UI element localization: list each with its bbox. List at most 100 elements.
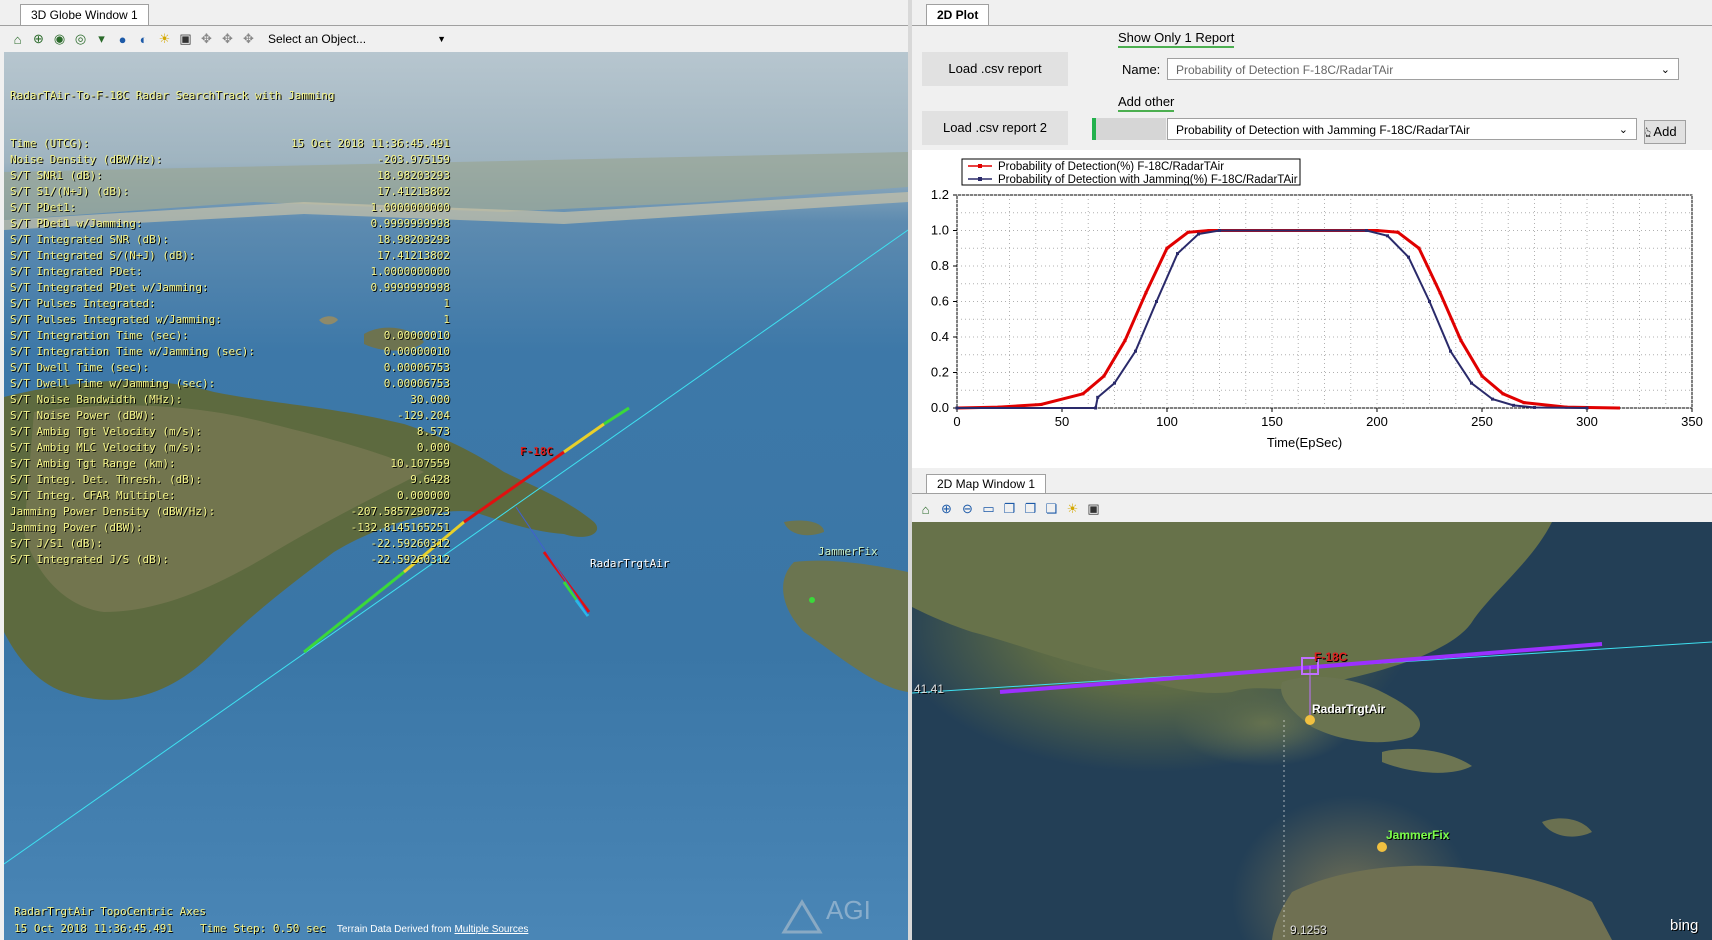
report-row: S/T Integration Time w/Jamming (sec): 0.0… xyxy=(10,344,450,360)
report-row: S/T Noise Power (dBW): -129.204 xyxy=(10,408,450,424)
pan-icon[interactable]: ✥ xyxy=(218,30,237,49)
report-row-value: 10.107559 xyxy=(390,457,450,470)
report-row: S/T Ambig Tgt Range (km): 10.107559 xyxy=(10,456,450,472)
report-row-label: S/T Ambig Tgt Range (km): xyxy=(10,457,176,470)
home-view-icon[interactable]: ⌂ xyxy=(8,30,27,49)
map-scene xyxy=(912,522,1712,940)
series-point-2 xyxy=(1449,349,1452,353)
load-csv-2-button[interactable]: Load .csv report 2 xyxy=(922,111,1068,145)
report-row-label: S/T Integ. Det. Thresh. (dB): xyxy=(10,473,203,486)
report-row-label: S/T PDet1: xyxy=(10,201,77,214)
globe-icon[interactable]: ● xyxy=(113,30,132,49)
add-other-label[interactable]: Add other xyxy=(1118,94,1175,112)
snapshot-icon[interactable]: ▣ xyxy=(176,30,195,49)
home-view-icon[interactable]: ⌂ xyxy=(916,500,935,519)
tile-icon[interactable]: ❐ xyxy=(1021,500,1040,519)
series-point-2 xyxy=(1176,252,1179,256)
measure-icon[interactable]: ✥ xyxy=(197,30,216,49)
report-row-value: -22.59260312 xyxy=(370,537,450,550)
x-tick-label: 350 xyxy=(1681,414,1703,429)
map-view[interactable]: F-18C RadarTrgtAir JammerFix 41.41 9.125… xyxy=(912,522,1712,940)
report-row: S/T Integrated PDet w/Jamming: 0.99999999… xyxy=(10,280,450,296)
report-row: S/T Integration Time (sec): 0.00000010 xyxy=(10,328,450,344)
series-point-1 xyxy=(1375,229,1379,232)
chart-area: 0 50 100 150 200 250 300 350 0.0 0.2 0.4 0.6 0.8 1.0 1… xyxy=(912,150,1712,468)
pd-line-chart: 0 50 100 150 200 250 300 350 0.0 0.2 0.4 0.6 0.8 1.0 1… xyxy=(931,158,1703,450)
report-row-label: S/T Integrated PDet: xyxy=(10,265,143,278)
report-row-label: S/T J/S1 (dB): xyxy=(10,537,103,550)
name-select[interactable]: Probability of Detection F-18C/RadarTAir… xyxy=(1167,58,1679,80)
zoom-in-icon[interactable]: ⊕ xyxy=(29,30,48,49)
legend-label-2: Probability of Detection with Jamming(%)… xyxy=(998,174,1298,186)
report-row: S/T Integ. Det. Thresh. (dB): 9.6428 xyxy=(10,472,450,488)
layers-icon[interactable]: ❏ xyxy=(1042,500,1061,519)
series-point-1 xyxy=(1617,406,1620,410)
report-row-value: 1 xyxy=(443,297,450,310)
report-row-label: S/T SNR1 (dB): xyxy=(10,169,103,182)
map-toolbar: ⌂ ⊕ ⊖ ▭ ❐ ❐ ❏ ☀ ▣ xyxy=(912,496,1712,522)
report-row-value: 8.573 xyxy=(416,425,450,438)
watermark-agi: AGI xyxy=(826,895,871,925)
series-point-2 xyxy=(955,406,959,410)
orient-dropdown-icon[interactable]: ▾ xyxy=(92,30,111,49)
map-islet xyxy=(1542,818,1592,837)
report-row-label: S/T Pulses Integrated w/Jamming: xyxy=(10,313,222,326)
report-row: S/T PDet1: 1.0000000000 xyxy=(10,200,450,216)
y-tick-label: 1.0 xyxy=(931,223,949,238)
report-row-label: S/T Pulses Integrated: xyxy=(10,297,156,310)
mouse-cursor-icon: 👆︎ xyxy=(1645,124,1652,140)
series-point-2 xyxy=(1218,229,1221,232)
legend-label-1: Probability of Detection(%) F-18C/RadarT… xyxy=(998,161,1224,173)
terrain-credit: Terrain Data Derived from xyxy=(336,924,452,935)
tab-2d-plot[interactable]: 2D Plot xyxy=(926,4,990,25)
report-row-label: S/T Integration Time (sec): xyxy=(10,329,189,342)
zoom-in-icon[interactable]: ⊕ xyxy=(937,500,956,519)
globe-view[interactable]: RadarTAir-To-F-18C Radar SearchTrack wit… xyxy=(4,52,908,940)
load-csv-button[interactable]: Load .csv report xyxy=(922,52,1068,86)
report-row-label: S/T PDet1 w/Jamming: xyxy=(10,217,143,230)
tab-3d-globe[interactable]: 3D Globe Window 1 xyxy=(20,4,149,25)
snapshot-icon[interactable]: ▣ xyxy=(1084,500,1103,519)
object-select-value: Select an Object... xyxy=(268,32,367,46)
tab-2d-map[interactable]: 2D Map Window 1 xyxy=(926,474,1047,493)
lighting-icon[interactable]: ☀ xyxy=(155,30,174,49)
window-icon[interactable]: ▭ xyxy=(979,500,998,519)
report-row-value: 0.9999999998 xyxy=(370,281,450,294)
cascade-icon[interactable]: ❐ xyxy=(1000,500,1019,519)
view-to-icon[interactable]: ◎ xyxy=(71,30,90,49)
view-from-icon[interactable]: ◉ xyxy=(50,30,69,49)
lighting-icon[interactable]: ☀ xyxy=(1063,500,1082,519)
report-row: S/T Ambig Tgt Velocity (m/s): 8.573 xyxy=(10,424,450,440)
report-title: RadarTAir-To-F-18C Radar SearchTrack wit… xyxy=(10,89,335,102)
report-row: Jamming Power Density (dBW/Hz): -207.5857… xyxy=(10,504,450,520)
legend-marker-2 xyxy=(978,177,982,181)
zoom-out-icon[interactable]: ⊖ xyxy=(958,500,977,519)
report-row-value: 1.0000000000 xyxy=(370,265,450,278)
y-tick-label: 0.8 xyxy=(931,258,949,273)
report-rows: Time (UTCG): 15 Oct 2018 11:36:45.491 Nois… xyxy=(10,136,450,568)
map-tab-divider xyxy=(912,493,1712,494)
x-tick-label: 0 xyxy=(953,414,960,429)
terrain-link[interactable]: Multiple Sources xyxy=(454,924,528,935)
show-only-label[interactable]: Show Only 1 Report xyxy=(1118,30,1235,48)
agi-logo-icon xyxy=(781,899,823,934)
series-point-2 xyxy=(1134,349,1137,353)
rotate-icon[interactable]: ✥ xyxy=(239,30,258,49)
chevron-down-icon: ⌄ xyxy=(1618,124,1628,136)
progress-fill xyxy=(1092,118,1097,140)
x-tick-label: 300 xyxy=(1576,414,1598,429)
report-row-label: Jamming Power (dBW): xyxy=(10,521,143,534)
series-point-1 xyxy=(1417,246,1421,250)
other-select[interactable]: Probability of Detection with Jamming F-… xyxy=(1167,118,1637,140)
chevron-down-icon: ▼ xyxy=(437,34,446,44)
report-row-value: 0.00006753 xyxy=(383,377,450,390)
report-row-value: -22.59260312 xyxy=(370,553,450,566)
earth-icon[interactable]: ◐ xyxy=(134,30,153,49)
series-point-2 xyxy=(1094,406,1098,410)
report-row: S/T Dwell Time w/Jamming (sec): 0.0000675… xyxy=(10,376,450,392)
report-row-label: S/T Integ. CFAR Multiple: xyxy=(10,489,176,502)
report-row-value: -207.5857290723 xyxy=(350,505,450,518)
object-select[interactable]: Select an Object... ▼ xyxy=(264,29,450,49)
report-row-value: -129.204 xyxy=(397,409,450,422)
series-point-2 xyxy=(1197,232,1200,236)
